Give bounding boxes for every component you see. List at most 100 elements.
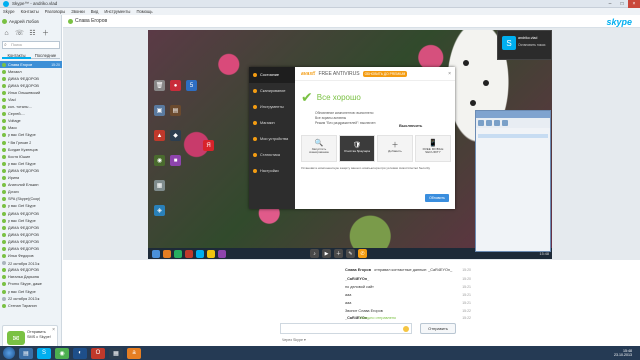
contact-item[interactable]: ДИМА ФЕДОРОВ [0,210,62,217]
maximize-button[interactable]: □ [616,0,628,8]
file-row[interactable] [478,142,548,146]
system-clock[interactable]: 15:48 23.10.2013 [614,349,632,357]
contact-item[interactable]: Костя Юшин [0,153,62,160]
skype-icon[interactable]: S [37,347,51,359]
contact-item[interactable]: ДИМА ФЕДОРОВ [0,75,62,82]
app-icon[interactable]: ◈ [154,205,165,216]
emoticon-icon[interactable] [403,326,409,332]
app-icon[interactable]: ■ [170,155,181,166]
app-icon[interactable]: 5 [186,80,197,91]
contact-item[interactable]: у вас Get Skype [0,203,62,210]
contact-item[interactable]: у вас Get Skype [0,132,62,139]
menu-item-help[interactable]: Помощь [136,9,152,14]
menu-item-contacts[interactable]: Контакты [21,9,39,14]
contact-item[interactable]: Илья Федоров [0,253,62,260]
chrome-icon[interactable]: ◉ [55,347,69,359]
app-icon[interactable]: ◐ [73,347,87,359]
contact-item[interactable]: 22 октября 2013 ▸ [0,295,62,302]
avast-menu-item[interactable]: Магазин [249,115,295,131]
start-button[interactable] [3,347,15,359]
message-sender[interactable]: _CаR4EYOn_ [345,277,369,281]
tab-recent[interactable]: Последние [31,52,60,59]
call-phones-icon[interactable]: ☏ [15,29,24,38]
contact-item[interactable]: Наталья Дарьяна [0,274,62,281]
contact-item[interactable]: Promo Skype, даже [0,281,62,288]
contact-item[interactable]: * Вв Грекан 2 [0,139,62,146]
message-input[interactable] [280,323,412,334]
menu-item-skype[interactable]: Skype [3,9,15,14]
send-button[interactable]: Отправить [420,323,456,334]
avast-menu-item[interactable]: Состояние [249,67,295,83]
computer-icon[interactable]: ▣ [154,105,165,116]
turn-off-link[interactable]: Выключить [399,123,422,128]
close-icon[interactable]: × [448,71,451,77]
scan-tile[interactable]: 🔍 Запустить сканирование [301,135,337,162]
app-icon[interactable]: ● [170,80,181,91]
contact-item[interactable]: у вас Get Skype [0,288,62,295]
video-icon[interactable]: ▶ [322,249,331,258]
toolbar-icon[interactable] [502,120,508,126]
yandex-icon[interactable]: Я [203,140,214,151]
contacts-icon[interactable]: ☷ [28,29,37,38]
close-icon[interactable]: × [52,327,55,333]
contact-item[interactable]: 22 октября 2013 ▸ [0,260,62,267]
menu-item-tools[interactable]: Инструменты [104,9,130,14]
contact-item[interactable]: ДИМА ФЕДОРОВ [0,224,62,231]
contact-item[interactable]: ДИМА ФЕДОРОВ [0,231,62,238]
contact-item[interactable]: Богдан Кузнецов [0,146,62,153]
minimize-button[interactable]: – [604,0,616,8]
self-view[interactable]: S andriko.vlad Остановить показ [497,30,552,60]
user-status[interactable]: Андрей Лобов [2,17,60,25]
contact-item[interactable]: Анатолий Елькин [0,182,62,189]
microphone-icon[interactable]: ♪ [310,249,319,258]
recycle-bin-icon[interactable]: 🗑 [154,80,165,91]
app-icon[interactable]: ◉ [154,155,165,166]
toolbar-icon[interactable] [494,120,500,126]
app-icon[interactable]: ▦ [154,180,165,191]
avast-icon[interactable]: a [127,347,141,359]
search-input[interactable]: ⌕ Поиск [2,41,60,49]
app-icon[interactable]: ▲ [154,130,165,141]
stop-sharing-label[interactable]: Остановить показ [518,43,545,47]
menu-item-calls[interactable]: Звонки [71,9,85,14]
add-contact-icon[interactable]: ＋ [41,29,50,38]
contact-item[interactable]: ДИМА ФЕДОРОВ [0,238,62,245]
explorer-icon[interactable]: ▤ [19,347,33,359]
menu-item-conversations[interactable]: Разговоры [45,9,65,14]
avast-menu-item[interactable]: Статистика [249,147,295,163]
contact-item[interactable]: Дочич [0,189,62,196]
avast-menu-item[interactable]: Инструменты [249,99,295,115]
message-sender[interactable]: Слава Егоров [345,268,371,272]
avast-menu-item[interactable]: Настройки [249,163,295,179]
hang-up-icon[interactable]: ✆ [358,249,367,258]
contact-item[interactable]: Macc [0,125,62,132]
add-participant-icon[interactable]: ＋ [334,249,343,258]
app-icon[interactable]: ▦ [109,347,123,359]
contact-item[interactable]: ДИМА ФЕДОРОВ [0,82,62,89]
close-button[interactable]: × [628,0,640,8]
chat-icon[interactable]: ✎ [346,249,355,258]
contact-item[interactable]: Степан Таранин [0,302,62,309]
send-via-selector[interactable]: Через Skype ▾ [282,338,306,342]
folder-icon[interactable]: ▤ [170,105,181,116]
update-button[interactable]: Обновить [425,194,449,202]
avast-menu-item[interactable]: Сканирование [249,83,295,99]
toolbar-icon[interactable] [486,120,492,126]
contact-item[interactable]: ДИМА ФЕДОРОВ [0,167,62,174]
contact-item[interactable]: Vlad [0,96,62,103]
contact-item[interactable]: у вас Get Skype [0,160,62,167]
avast-menu-item[interactable]: Мои устройства [249,131,295,147]
tab-contacts[interactable]: Контакты [2,52,31,59]
contact-item[interactable]: у вас Get Skype [0,217,62,224]
add-tile[interactable]: ＋ Добавить [377,135,413,162]
app-icon[interactable]: ◆ [170,130,181,141]
contact-item[interactable]: кол- тоталь:... [0,104,62,111]
contact-item[interactable]: Слава Егоров 15:20 [0,61,62,69]
contact-item[interactable]: ДИМА ФЕДОРОВ [0,267,62,274]
chat-contact-name[interactable]: Слава Егоров [75,18,107,24]
opera-icon[interactable]: O [91,347,105,359]
contact-item[interactable]: Сергей-... [0,111,62,118]
contact-item[interactable]: Ирина [0,175,62,182]
mobile-security-tile[interactable]: 📱 FREE MOBILE SECURITY [415,135,451,162]
menu-item-view[interactable]: Вид [91,9,99,14]
